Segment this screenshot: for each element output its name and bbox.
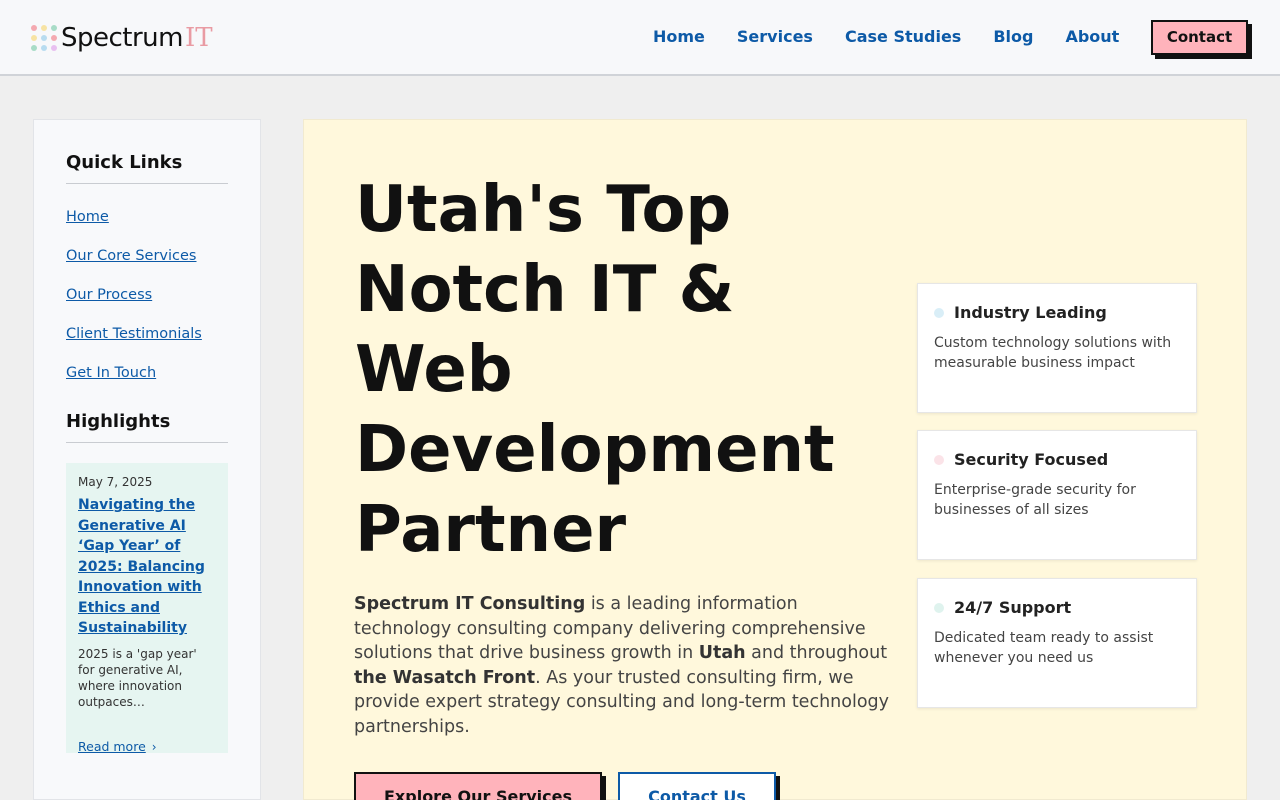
feature-dot-icon	[934, 307, 944, 318]
quick-links-heading: Quick Links	[66, 152, 228, 184]
feature-title: Security Focused	[954, 450, 1109, 469]
feature-description: Dedicated team ready to assist whenever …	[934, 630, 1154, 666]
desc-text-2: and throughout	[745, 643, 888, 663]
feature-description: Custom technology solutions with measura…	[934, 335, 1172, 371]
feature-title: 24/7 Support	[954, 598, 1072, 617]
feature-dot-icon	[934, 454, 944, 465]
logo-dot	[41, 25, 47, 31]
logo-dots-icon	[31, 25, 57, 51]
highlight-date: May 7, 2025	[78, 475, 153, 489]
quick-links-list: Home Our Core Services Our Process Clien…	[66, 208, 228, 382]
logo[interactable]: Spectrum IT	[31, 18, 213, 58]
site-header: Spectrum IT Home Services Case Studies Bl…	[0, 0, 1280, 76]
logo-dot	[31, 25, 37, 31]
highlight-title-link[interactable]: Navigating the Generative AI ‘Gap Year’ …	[78, 495, 216, 639]
feature-card-support: 24/7 Support Dedicated team ready to ass…	[917, 578, 1197, 708]
contact-us-button[interactable]: Contact Us	[618, 772, 776, 800]
quick-link-get-in-touch[interactable]: Get In Touch	[66, 364, 228, 382]
logo-dot	[31, 35, 37, 41]
hero-description: Spectrum IT Consulting is a leading info…	[354, 592, 894, 739]
feature-card-security-focused: Security Focused Enterprise-grade securi…	[917, 430, 1197, 560]
logo-dot	[41, 45, 47, 51]
quick-link-home[interactable]: Home	[66, 208, 228, 226]
chevron-right-icon: ›	[151, 739, 157, 754]
logo-dot	[51, 25, 57, 31]
logo-text: Spectrum	[61, 23, 184, 53]
logo-dot	[51, 45, 57, 51]
logo-dot	[31, 45, 37, 51]
nav-services[interactable]: Services	[737, 26, 813, 48]
feature-title: Industry Leading	[954, 303, 1107, 322]
nav-case-studies[interactable]: Case Studies	[845, 26, 961, 48]
read-more-row: Read more ›	[78, 736, 216, 755]
nav-blog[interactable]: Blog	[993, 26, 1033, 48]
logo-dot	[41, 35, 47, 41]
nav-about[interactable]: About	[1065, 26, 1119, 48]
feature-card-industry-leading: Industry Leading Custom technology solut…	[917, 283, 1197, 413]
company-name: Spectrum IT Consulting	[354, 594, 586, 614]
logo-dot	[51, 35, 57, 41]
sidebar: Quick Links Home Our Core Services Our P…	[33, 119, 261, 800]
hero-section: Utah's Top Notch IT & Web Development Pa…	[303, 119, 1247, 800]
read-more-link[interactable]: Read more	[78, 739, 146, 754]
contact-button[interactable]: Contact	[1151, 20, 1248, 55]
explore-services-button[interactable]: Explore Our Services	[354, 772, 602, 800]
highlights-heading: Highlights	[66, 411, 228, 443]
quick-link-core-services[interactable]: Our Core Services	[66, 247, 228, 265]
highlight-excerpt: 2025 is a 'gap year' for generative AI, …	[78, 646, 197, 709]
nav-home[interactable]: Home	[653, 26, 705, 48]
hero-title: Utah's Top Notch IT & Web Development Pa…	[355, 173, 835, 567]
highlight-card: May 7, 2025 Navigating the Generative AI…	[66, 463, 228, 755]
quick-link-testimonials[interactable]: Client Testimonials	[66, 325, 228, 343]
quick-link-process[interactable]: Our Process	[66, 286, 228, 304]
place-wasatch-front: the Wasatch Front	[354, 667, 536, 688]
place-utah: Utah	[698, 643, 746, 663]
main-nav: Home Services Case Studies Blog About	[653, 26, 1119, 48]
logo-suffix: IT	[185, 23, 213, 53]
feature-description: Enterprise-grade security for businesses…	[934, 482, 1136, 518]
feature-dot-icon	[934, 602, 944, 613]
